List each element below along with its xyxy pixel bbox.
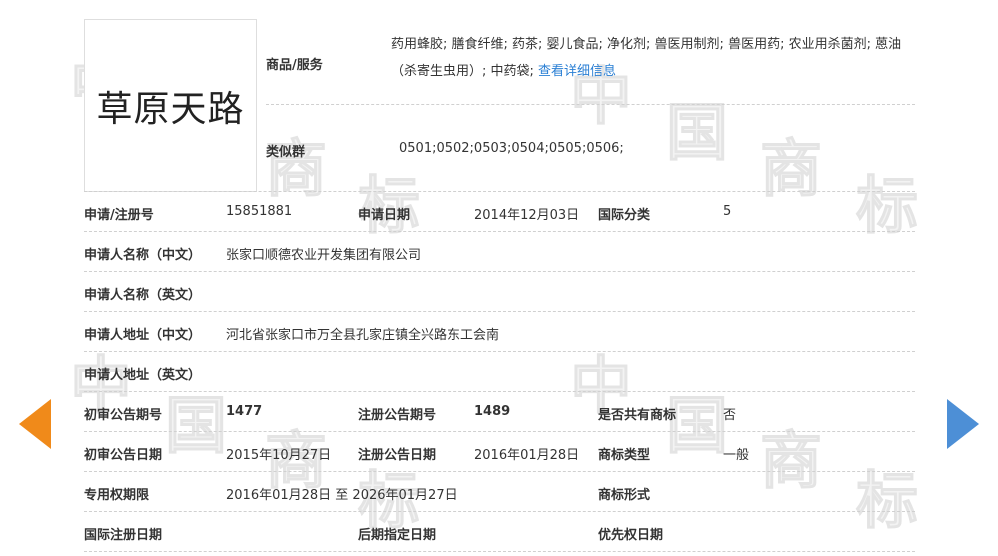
term-label: 专用权期限: [84, 488, 150, 503]
goods-list: 药用蜂胶; 膳食纤维; 药茶; 婴儿食品; 净化剂; 兽医用制剂; 兽医用药; …: [391, 31, 917, 85]
arrow-right-icon[interactable]: [947, 399, 979, 449]
trademark-logo-text: 草原天路: [96, 88, 245, 130]
tm-type-value: 一般: [723, 448, 750, 463]
address-en-label: 申请人地址（英文）: [84, 368, 202, 383]
divider: [84, 391, 915, 392]
arrow-left-icon[interactable]: [19, 399, 51, 449]
trademark-image: 草原天路: [84, 19, 257, 192]
similar-group-label: 类似群: [266, 145, 306, 160]
divider: [84, 471, 915, 472]
prelim-date-value: 2015年10月27日: [226, 448, 332, 463]
shared-label: 是否共有商标: [598, 408, 677, 423]
term-value: 2016年01月28日 至 2026年01月27日: [226, 488, 458, 503]
app-date-value: 2014年12月03日: [474, 208, 580, 223]
prelim-no-value: 1477: [226, 404, 263, 419]
divider: [84, 431, 915, 432]
watermark-char: 国: [665, 96, 729, 169]
intl-reg-date-label: 国际注册日期: [84, 528, 163, 543]
tm-type-label: 商标类型: [598, 448, 651, 463]
reg-no-label: 注册公告期号: [358, 408, 437, 423]
applicant-cn-value: 张家口顺德农业开发集团有限公司: [226, 248, 422, 263]
address-cn-label: 申请人地址（中文）: [84, 328, 202, 343]
divider: [84, 231, 915, 232]
divider: [84, 191, 915, 192]
priority-date-label: 优先权日期: [598, 528, 664, 543]
app-date-label: 申请日期: [358, 208, 411, 223]
intl-class-value: 5: [723, 204, 732, 219]
watermark-char: 国: [164, 389, 228, 462]
reg-date-value: 2016年01月28日: [474, 448, 580, 463]
reg-date-label: 注册公告日期: [358, 448, 437, 463]
similar-group-value: 0501;0502;0503;0504;0505;0506;: [399, 141, 624, 156]
later-date-label: 后期指定日期: [358, 528, 437, 543]
tm-form-label: 商标形式: [598, 488, 651, 503]
app-no-value: 15851881: [226, 204, 293, 219]
shared-value: 否: [723, 408, 737, 423]
divider: [84, 511, 915, 512]
divider: [84, 551, 915, 552]
goods-detail-link[interactable]: 查看详细信息: [538, 64, 616, 79]
goods-label: 商品/服务: [266, 58, 323, 73]
prelim-date-label: 初审公告日期: [84, 448, 163, 463]
divider: [84, 271, 915, 272]
watermark-char: 标: [855, 169, 919, 242]
watermark-char: 商: [759, 424, 823, 497]
watermark-char: 标: [855, 464, 919, 537]
applicant-en-label: 申请人名称（英文）: [84, 288, 202, 303]
app-no-label: 申请/注册号: [84, 208, 154, 223]
intl-class-label: 国际分类: [598, 208, 651, 223]
address-cn-value: 河北省张家口市万全县孔家庄镇全兴路东工会南: [226, 328, 500, 343]
divider: [84, 311, 915, 312]
reg-no-value: 1489: [474, 404, 511, 419]
goods-text: 药用蜂胶; 膳食纤维; 药茶; 婴儿食品; 净化剂; 兽医用制剂; 兽医用药; …: [391, 37, 902, 79]
applicant-cn-label: 申请人名称（中文）: [84, 248, 202, 263]
divider: [84, 351, 915, 352]
divider: [266, 104, 915, 105]
prelim-no-label: 初审公告期号: [84, 408, 163, 423]
